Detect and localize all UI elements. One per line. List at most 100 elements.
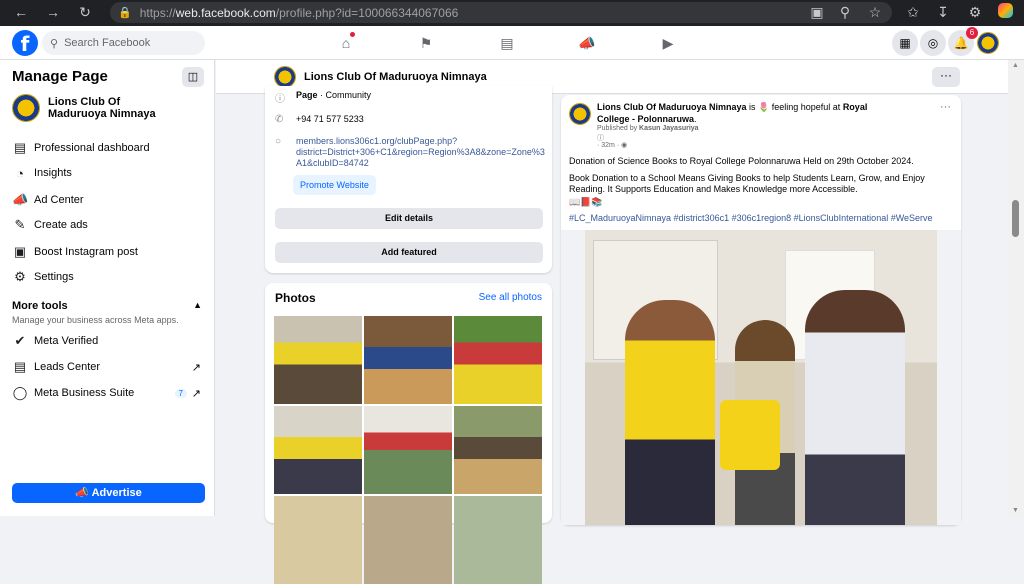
sidebar-item-ad-center[interactable]: 📣 Ad Center	[12, 190, 207, 210]
page-avatar	[12, 94, 40, 122]
flag-icon[interactable]: ⚑	[417, 34, 435, 52]
photo-thumbnail[interactable]	[454, 496, 542, 584]
notifications-bell-icon[interactable]: 🔔 6	[948, 27, 978, 56]
category-text: · Community	[317, 90, 372, 100]
published-by-label: Published by	[597, 125, 640, 132]
phone-row: ✆ +94 71 577 5233	[275, 114, 364, 125]
sidebar-item-boost-instagram[interactable]: ▣ Boost Instagram post	[12, 242, 207, 262]
sidebar-item-label: Meta Verified	[34, 335, 99, 347]
post-more-icon[interactable]: ···	[940, 101, 951, 113]
advertise-button[interactable]: 📣 Advertise	[12, 483, 205, 503]
published-by: Published by Kasun Jayasuriya	[597, 125, 699, 132]
see-all-photos-link[interactable]: See all photos	[479, 292, 542, 303]
video-icon[interactable]: ▶	[659, 34, 677, 52]
photo-thumbnail[interactable]	[364, 316, 452, 404]
search-icon: ⚲	[50, 37, 59, 50]
website-line: A1&clubID=84742	[296, 158, 369, 168]
browser-toolbar: ← → ↻ 🔒 https://web.facebook.com/profile…	[0, 0, 1024, 26]
post-image-frame	[561, 230, 961, 525]
photo-thumbnail[interactable]	[274, 316, 362, 404]
post-card: Lions Club Of Maduruoya Nimnaya is 🌷 fee…	[561, 95, 961, 525]
sidebar-title: Manage Page	[12, 68, 108, 85]
page-header-avatar[interactable]	[274, 66, 296, 88]
website-link[interactable]: members.lions306c1.org/clubPage.php? dist…	[296, 136, 545, 169]
sidebar-item-create-ads[interactable]: ✎ Create ads	[12, 215, 207, 235]
photo-thumbnail[interactable]	[364, 496, 452, 584]
photo-thumbnail[interactable]	[274, 496, 362, 584]
sidebar-item-insights[interactable]: ◔ Insights	[12, 163, 207, 183]
collections-icon[interactable]: ✩	[904, 3, 922, 21]
sidebar-item-meta-verified[interactable]: ✔ Meta Verified	[12, 331, 207, 351]
post-hashtags[interactable]: #LC_MaduruoyaNimnaya #district306c1 #306…	[569, 213, 939, 224]
address-bar[interactable]: 🔒 https://web.facebook.com/profile.php?i…	[110, 2, 892, 23]
back-icon[interactable]: ←	[12, 3, 30, 21]
messenger-icon[interactable]: ◎	[920, 30, 946, 56]
edit-details-button[interactable]: Edit details	[275, 208, 543, 229]
sidebar-item-professional-dashboard[interactable]: ▤ Professional dashboard	[12, 138, 207, 158]
chevron-up-icon[interactable]: ▲	[193, 300, 202, 310]
post-author[interactable]: Lions Club Of Maduruoya Nimnaya	[597, 102, 747, 112]
photo-thumbnail[interactable]	[454, 316, 542, 404]
page-scrollbar[interactable]: ▲ ▼	[1008, 60, 1024, 516]
post-time-text: · 32m ·	[597, 142, 620, 149]
photo-thumbnail[interactable]	[364, 406, 452, 494]
globe-small-icon: ◉	[621, 142, 628, 149]
globe-icon: ○	[275, 136, 282, 147]
website-line: district=District+306+C1&region=Region%3…	[296, 147, 545, 157]
scrollbar-thumb[interactable]	[1012, 200, 1019, 237]
post-is-text: is	[746, 102, 759, 112]
more-tools-subtitle: Manage your business across Meta apps.	[12, 315, 179, 325]
photo-thumbnail[interactable]	[454, 406, 542, 494]
promote-website-button[interactable]: Promote Website	[293, 175, 376, 195]
copilot-icon[interactable]	[998, 3, 1013, 18]
scroll-down-icon[interactable]: ▼	[1012, 507, 1019, 514]
sidebar-item-meta-business-suite[interactable]: ◯ Meta Business Suite 7 ↗	[12, 383, 207, 403]
facebook-topbar: f ⚲ Search Facebook ⌂ ⚑ ▤ 📣 ▶ ▦ ◎ 🔔 6	[0, 26, 1024, 60]
ads-manager-icon[interactable]: ▤	[498, 34, 516, 52]
photos-title: Photos	[275, 291, 316, 305]
sidebar-item-settings[interactable]: ⚙ Settings	[12, 267, 207, 287]
more-options-button[interactable]: ···	[932, 67, 960, 87]
scroll-up-icon[interactable]: ▲	[1012, 62, 1019, 69]
publisher-name[interactable]: Kasun Jayasuriya	[639, 125, 699, 132]
search-input[interactable]: ⚲ Search Facebook	[42, 31, 205, 55]
lock-icon: 🔒	[118, 7, 132, 19]
manage-page-sidebar: Manage Page ◫ Lions Club Of Maduruoya Ni…	[0, 60, 215, 516]
person-figure	[625, 300, 715, 525]
sidebar-item-label: Professional dashboard	[34, 142, 150, 154]
zoom-icon[interactable]: ⚲	[836, 3, 854, 21]
feeling-emoji-icon: 🌷	[758, 102, 770, 112]
tab-icon[interactable]: ▣	[808, 3, 826, 21]
info-icon: ⓘ	[275, 94, 285, 105]
collapse-sidebar-icon[interactable]: ◫	[182, 67, 204, 87]
sidebar-page-profile[interactable]: Lions Club Of Maduruoya Nimnaya	[12, 94, 178, 122]
website-row: ○ members.lions306c1.org/clubPage.php? di…	[275, 136, 545, 169]
book-parcel	[720, 400, 780, 470]
intro-card: ⓘ Page · Community ✆ +94 71 577 5233 ○ mem…	[265, 86, 552, 273]
photo-thumbnail[interactable]	[274, 406, 362, 494]
menu-grid-icon[interactable]: ▦	[892, 30, 918, 56]
forward-icon[interactable]: →	[44, 3, 62, 21]
home-icon[interactable]: ⌂	[337, 32, 355, 52]
post-text-line1: Donation of Science Books to Royal Colle…	[569, 156, 914, 166]
add-featured-button[interactable]: Add featured	[275, 242, 543, 263]
extensions-icon[interactable]: ⚙	[966, 3, 984, 21]
page-header-name[interactable]: Lions Club Of Maduruoya Nimnaya	[304, 71, 487, 83]
sidebar-item-label: Ad Center	[34, 194, 84, 206]
download-icon[interactable]: ↧	[934, 3, 952, 21]
favorite-star-icon[interactable]: ☆	[866, 3, 884, 21]
insights-icon: ◔	[16, 165, 24, 181]
post-time[interactable]: · 32m · ◉	[597, 141, 627, 149]
megaphone-nav-icon[interactable]: 📣	[578, 34, 596, 52]
facebook-logo-icon[interactable]: f	[12, 30, 38, 56]
post-photo[interactable]	[585, 230, 937, 525]
photos-card: Photos See all photos	[265, 283, 552, 584]
count-badge: 7	[174, 388, 187, 398]
reload-icon[interactable]: ↻	[76, 3, 94, 21]
sidebar-item-label: Boost Instagram post	[34, 246, 138, 258]
account-avatar[interactable]	[977, 32, 999, 54]
post-text-line2: Book Donation to a School Means Giving B…	[569, 173, 925, 194]
post-author-avatar[interactable]	[569, 103, 591, 125]
phone-text: +94 71 577 5233	[296, 114, 364, 124]
sidebar-item-leads-center[interactable]: ▤ Leads Center ↗	[12, 357, 207, 377]
